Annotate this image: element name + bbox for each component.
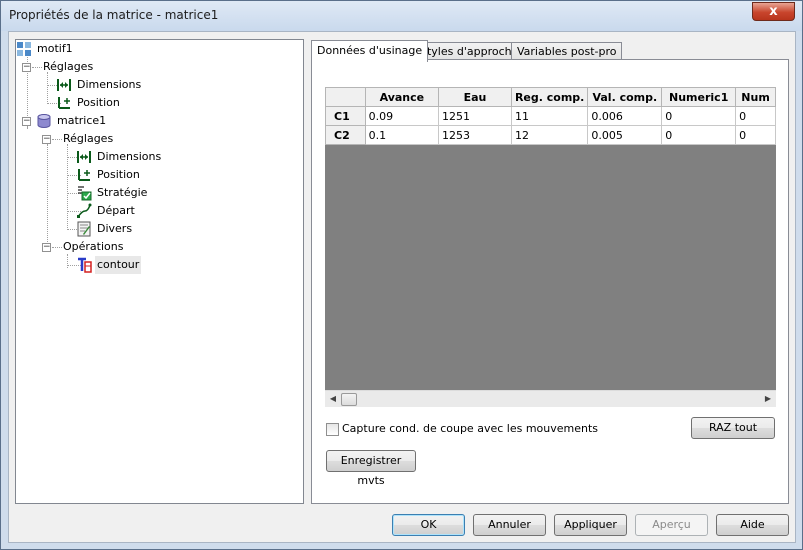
collapse-toggle-icon[interactable]: − <box>22 63 31 72</box>
tree-node-dimensions[interactable]: Dimensions <box>16 148 296 166</box>
position-icon <box>76 167 92 183</box>
tree-node-position[interactable]: Position <box>16 94 296 112</box>
column-header[interactable]: Val. comp. <box>587 87 663 107</box>
tree-node-label: Dimensions <box>77 78 142 91</box>
grid-corner-cell <box>325 87 366 107</box>
tree-node-contour[interactable]: contour <box>16 256 296 274</box>
grid-cell[interactable]: 12 <box>510 125 589 145</box>
notepad-icon <box>76 221 92 237</box>
grid-cell[interactable]: 0.005 <box>587 125 663 145</box>
dimensions-icon <box>56 77 72 93</box>
column-header[interactable]: Eau <box>438 87 512 107</box>
close-button[interactable]: x <box>752 2 795 21</box>
grid-cell[interactable]: 0.09 <box>364 106 440 126</box>
machining-data-grid[interactable]: Avance Eau Reg. comp. Val. comp. Numeric… <box>325 87 776 404</box>
scroll-left-icon[interactable]: ◀ <box>326 392 340 406</box>
contour-tool-icon <box>76 257 92 273</box>
tree-node-reglages[interactable]: − Réglages <box>16 130 296 148</box>
dimensions-icon <box>76 149 92 165</box>
cancel-button[interactable]: Annuler <box>473 514 546 536</box>
grid-cell[interactable]: 11 <box>510 106 589 126</box>
table-row: C2 0.1 1253 12 0.005 0 0 <box>325 125 776 145</box>
row-header[interactable]: C1 <box>325 106 366 126</box>
window-title: Propriétés de la matrice - matrice1 <box>9 8 219 22</box>
column-header[interactable]: Avance <box>364 87 440 107</box>
grid-header-row: Avance Eau Reg. comp. Val. comp. Numeric… <box>325 87 776 107</box>
tab-donnees-usinage[interactable]: Données d'usinage <box>311 40 429 62</box>
tree-node-label: Réglages <box>43 60 94 73</box>
dialog-window: Propriétés de la matrice - matrice1 x mo… <box>0 0 803 550</box>
tree-node-label: Stratégie <box>97 186 148 199</box>
tree-node-dimensions[interactable]: Dimensions <box>16 76 296 94</box>
ok-button[interactable]: OK <box>392 514 465 536</box>
tree-node-operations[interactable]: − Opérations <box>16 238 296 256</box>
tree-node-label: Dimensions <box>97 150 162 163</box>
grid-cell[interactable]: 0 <box>735 106 776 126</box>
tree-node-label: Divers <box>97 222 133 235</box>
tree-node-reglages[interactable]: − Réglages <box>16 58 296 76</box>
collapse-toggle-icon[interactable]: − <box>22 117 31 126</box>
column-header[interactable]: Num <box>735 87 776 107</box>
apply-button[interactable]: Appliquer <box>554 514 627 536</box>
table-row: C1 0.09 1251 11 0.006 0 0 <box>325 106 776 126</box>
title-bar[interactable]: Propriétés de la matrice - matrice1 x <box>1 1 802 31</box>
help-button[interactable]: Aide <box>716 514 789 536</box>
capture-cutting-conditions-checkbox[interactable] <box>326 423 339 436</box>
scroll-thumb[interactable] <box>341 393 357 406</box>
grid-cell[interactable]: 0 <box>661 106 737 126</box>
tree-node-motif1[interactable]: motif1 <box>16 40 296 58</box>
save-moves-button[interactable]: Enregistrer mvts <box>326 450 416 487</box>
tree-node-position[interactable]: Position <box>16 166 296 184</box>
tree-node-label: motif1 <box>37 42 73 55</box>
close-icon: x <box>769 4 778 19</box>
grid-cell[interactable]: 0.006 <box>587 106 663 126</box>
collapse-toggle-icon[interactable]: − <box>42 243 51 252</box>
dialog-body: motif1 − Réglages Dimensions Position − … <box>8 31 796 543</box>
tree-node-label: Départ <box>97 204 135 217</box>
row-header[interactable]: C2 <box>325 125 366 145</box>
tree-node-label: Position <box>77 96 120 109</box>
grid-cell[interactable]: 1251 <box>438 106 512 126</box>
preview-button: Aperçu <box>635 514 708 536</box>
grid-cell[interactable]: 0 <box>735 125 776 145</box>
strategy-icon <box>76 185 92 201</box>
column-header[interactable]: Numeric1 <box>661 87 737 107</box>
tree-node-label: Opérations <box>63 240 124 253</box>
capture-cutting-conditions-label[interactable]: Capture cond. de coupe avec les mouvemen… <box>342 422 598 435</box>
tree-node-label: Position <box>97 168 140 181</box>
grid-horizontal-scrollbar[interactable]: ◀ ▶ <box>325 390 776 407</box>
tree-node-label: matrice1 <box>57 114 107 127</box>
collapse-toggle-icon[interactable]: − <box>42 135 51 144</box>
scroll-right-icon[interactable]: ▶ <box>761 392 775 406</box>
tree-node-divers[interactable]: Divers <box>16 220 296 238</box>
grid-cell[interactable]: 0 <box>661 125 737 145</box>
database-cylinder-icon <box>36 113 52 129</box>
tree-node-label: Réglages <box>63 132 114 145</box>
reset-all-button[interactable]: RAZ tout <box>691 417 775 439</box>
tree-node-label: contour <box>95 256 142 274</box>
column-header[interactable]: Reg. comp. <box>510 87 589 107</box>
tree-node-strategie[interactable]: Stratégie <box>16 184 296 202</box>
start-path-icon <box>76 203 92 219</box>
position-icon <box>56 95 72 111</box>
pattern-grid-icon <box>16 41 32 57</box>
grid-cell[interactable]: 0.1 <box>364 125 440 145</box>
object-tree[interactable]: motif1 − Réglages Dimensions Position − … <box>15 39 304 504</box>
grid-cell[interactable]: 1253 <box>438 125 512 145</box>
tree-node-matrice1[interactable]: − matrice1 <box>16 112 296 130</box>
tree-node-depart[interactable]: Départ <box>16 202 296 220</box>
